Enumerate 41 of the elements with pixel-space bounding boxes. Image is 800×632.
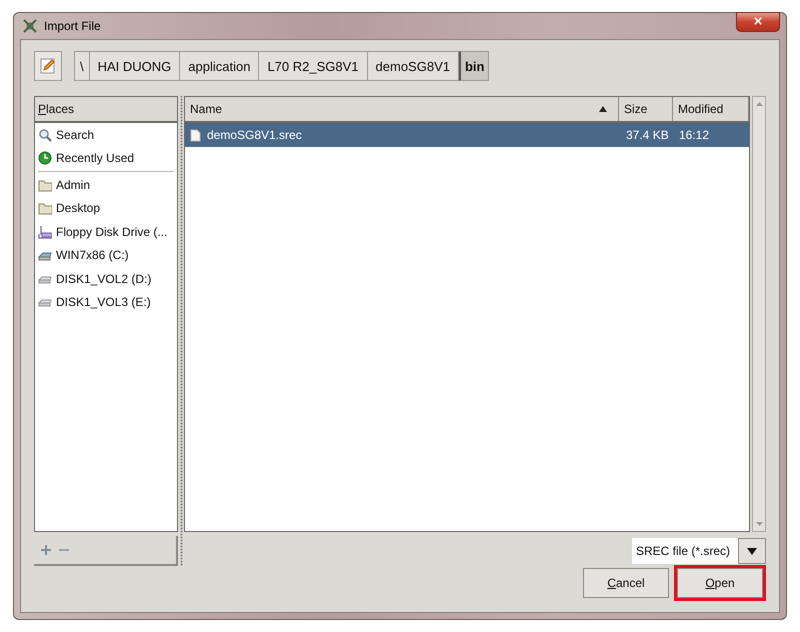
- path-segment[interactable]: bin: [458, 51, 490, 81]
- file-row[interactable]: demoSG8V1.srec 37.4 KB 16:12: [185, 123, 749, 147]
- place-item[interactable]: DISK1_VOL2 (D:): [35, 267, 177, 290]
- place-item[interactable]: Recently Used: [35, 146, 177, 170]
- file-icon: [190, 128, 201, 142]
- window-title: Import File: [44, 19, 102, 33]
- scrollbar[interactable]: [752, 96, 766, 532]
- column-header[interactable]: Name: [185, 97, 619, 121]
- path-segment[interactable]: L70 R2_SG8V1: [259, 51, 368, 81]
- column-header[interactable]: Places: [35, 97, 177, 123]
- folder-icon: [38, 201, 52, 216]
- column-header[interactable]: Modified: [673, 97, 749, 121]
- app-icon: [22, 18, 38, 34]
- place-item[interactable]: Desktop: [35, 196, 177, 220]
- scroll-down-icon: [754, 521, 764, 527]
- path-segment[interactable]: demoSG8V1: [368, 51, 459, 81]
- disk-drive-icon: [38, 224, 52, 239]
- add-button[interactable]: [40, 544, 52, 556]
- path-segment[interactable]: application: [180, 51, 260, 81]
- close-button[interactable]: ×: [736, 12, 780, 32]
- table-cell-text: 37.4 KB: [625, 128, 670, 142]
- table-cell-text: 16:12: [678, 128, 710, 142]
- place-item[interactable]: Admin: [35, 173, 177, 196]
- clock-icon: [38, 151, 52, 166]
- dropdown-arrow-icon: [747, 548, 757, 554]
- plus-icon: [40, 544, 52, 556]
- column-header[interactable]: Size: [619, 97, 673, 121]
- place-item[interactable]: WIN7x86 (C:): [35, 244, 177, 267]
- path-segment[interactable]: \: [74, 51, 90, 81]
- pencil-icon: [39, 57, 57, 75]
- dialog-button[interactable]: Cancel: [583, 568, 669, 598]
- edit-location-button[interactable]: [34, 51, 62, 81]
- scroll-up-icon: [754, 101, 764, 107]
- place-item[interactable]: Floppy Disk Drive (...: [35, 220, 177, 244]
- table-cell: demoSG8V1.srec: [207, 128, 302, 142]
- search-icon: [38, 128, 52, 142]
- place-item[interactable]: Search: [35, 123, 177, 146]
- path-segment[interactable]: HAI DUONG: [90, 51, 180, 81]
- folder-icon: [38, 178, 52, 192]
- dialog-button[interactable]: Open: [677, 568, 763, 598]
- place-item[interactable]: DISK1_VOL3 (E:): [35, 290, 177, 314]
